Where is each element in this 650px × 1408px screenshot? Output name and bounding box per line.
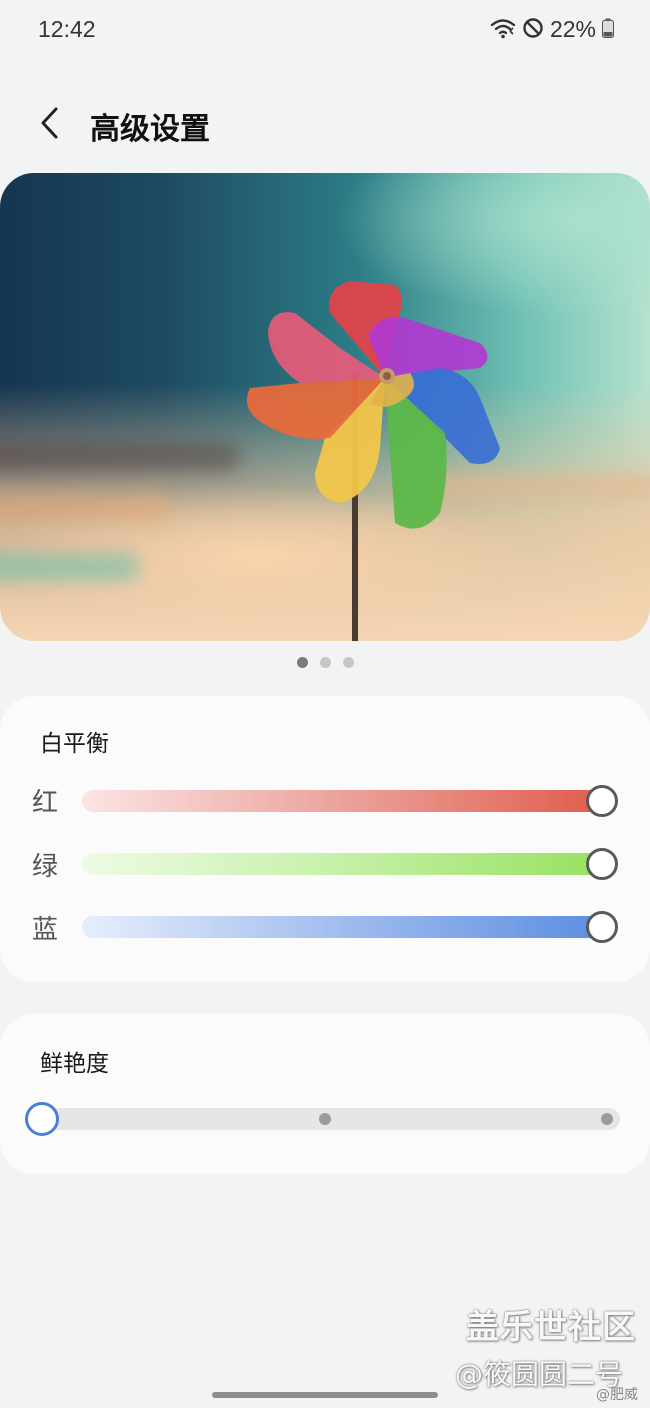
page-dot[interactable] bbox=[342, 657, 354, 668]
saturation-step-marker bbox=[601, 1113, 613, 1125]
slider-row-blue: 蓝 bbox=[0, 907, 650, 951]
home-indicator[interactable] bbox=[212, 1392, 438, 1398]
green-slider-thumb[interactable] bbox=[586, 848, 618, 880]
red-slider-thumb[interactable] bbox=[586, 785, 618, 817]
status-time: 12:42 bbox=[38, 16, 96, 42]
blue-slider-track[interactable] bbox=[82, 916, 612, 938]
slider-row-red: 红 bbox=[0, 780, 650, 824]
page-title: 高级设置 bbox=[90, 112, 210, 147]
red-slider-track[interactable] bbox=[82, 790, 612, 812]
battery-percent: 22% bbox=[549, 16, 596, 42]
slider-label-green: 绿 bbox=[32, 852, 59, 882]
header: 高级设置 bbox=[0, 96, 650, 156]
white-balance-card: 白平衡 红 绿 蓝 bbox=[0, 696, 650, 982]
chevron-left-icon bbox=[38, 105, 62, 145]
watermark-logo-text: 盖乐世社区 bbox=[466, 1307, 636, 1346]
page-dot[interactable] bbox=[296, 657, 308, 668]
page-dot[interactable] bbox=[319, 657, 331, 668]
back-button[interactable] bbox=[30, 102, 70, 148]
green-slider-track[interactable] bbox=[82, 853, 612, 875]
saturation-slider-thumb[interactable] bbox=[25, 1102, 59, 1136]
white-balance-title: 白平衡 bbox=[40, 731, 109, 757]
slider-label-red: 红 bbox=[32, 788, 59, 818]
saturation-card: 鲜艳度 bbox=[0, 1014, 650, 1174]
blue-slider-thumb[interactable] bbox=[586, 911, 618, 943]
status-bar: 12:42 22% bbox=[0, 0, 650, 62]
do-not-disturb-icon bbox=[522, 17, 544, 43]
page-indicator bbox=[0, 657, 650, 668]
wifi-icon bbox=[490, 17, 516, 43]
preview-image[interactable] bbox=[0, 173, 650, 641]
status-icons: 22% bbox=[490, 16, 614, 43]
advanced-settings-screen: 12:42 22% 高级设置 白平衡 红 绿 蓝 鲜艳度 盖乐世社区 @筱圆圆二… bbox=[0, 0, 650, 1408]
slider-label-blue: 蓝 bbox=[32, 915, 59, 945]
saturation-slider-track[interactable] bbox=[26, 1108, 620, 1130]
battery-icon bbox=[602, 18, 614, 42]
watermark-sub-author: @肥威 bbox=[596, 1387, 638, 1403]
pinwheel-illustration bbox=[246, 281, 500, 641]
saturation-title: 鲜艳度 bbox=[40, 1051, 109, 1077]
slider-row-green: 绿 bbox=[0, 844, 650, 888]
saturation-step-marker bbox=[319, 1113, 331, 1125]
